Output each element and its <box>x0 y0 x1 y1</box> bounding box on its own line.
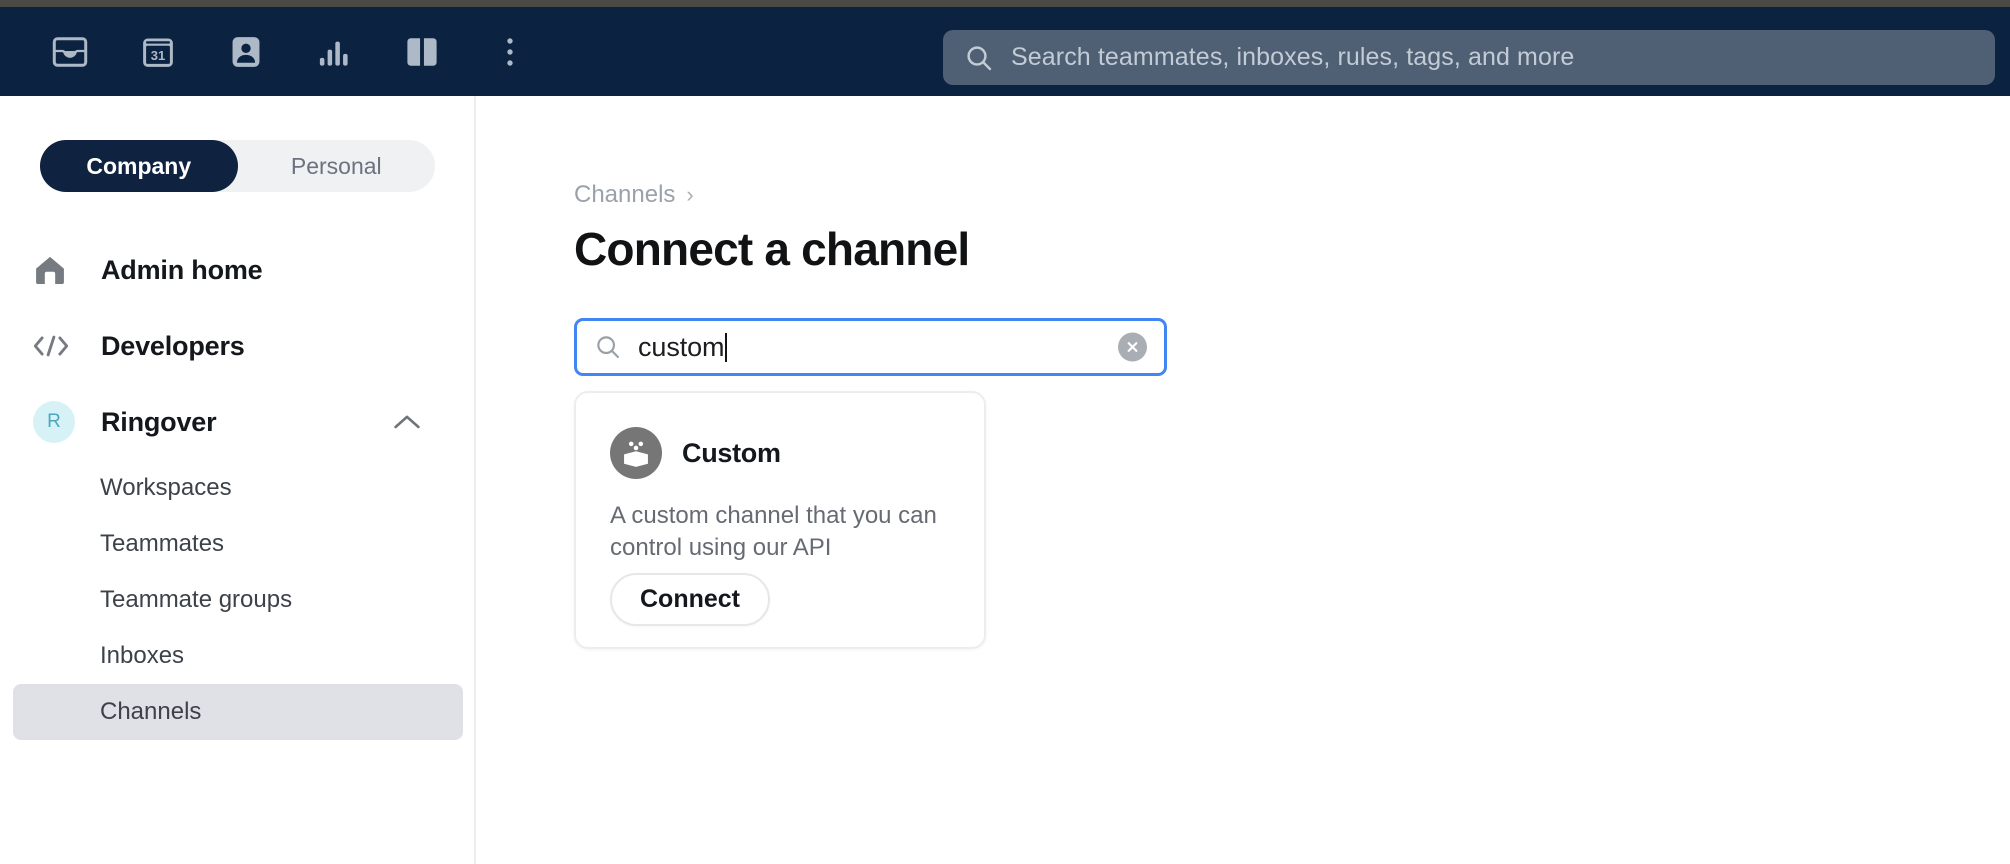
contacts-nav-button[interactable] <box>202 7 290 96</box>
breadcrumb[interactable]: Channels › <box>574 181 694 209</box>
analytics-nav-button[interactable] <box>290 7 378 96</box>
scope-tab-company-label: Company <box>86 152 192 179</box>
sidebar-item-developers[interactable]: Developers <box>0 308 476 384</box>
top-nav-icon-group: 31 <box>0 7 554 96</box>
search-icon <box>965 44 993 72</box>
breadcrumb-channels-link[interactable]: Channels <box>574 181 675 209</box>
sidebar-item-workspaces-label: Workspaces <box>100 474 232 501</box>
channel-card-custom[interactable]: Custom A custom channel that you can con… <box>574 391 986 649</box>
avatar-initial: R <box>47 411 61 432</box>
global-search-placeholder: Search teammates, inboxes, rules, tags, … <box>1011 43 1575 71</box>
sidebar-subnav-list: Workspaces Teammates Teammate groups Inb… <box>0 460 476 740</box>
channel-search-input[interactable]: custom <box>574 318 1167 376</box>
knowledge-base-icon <box>405 36 439 68</box>
app-root: 31 Search teammates, inboxes, rules, tag… <box>0 0 2010 864</box>
scope-tab-company[interactable]: Company <box>40 140 238 192</box>
sidebar-item-inboxes-label: Inboxes <box>100 642 185 669</box>
sidebar-item-channels[interactable]: Channels <box>13 684 463 740</box>
connect-button-label: Connect <box>640 585 740 613</box>
main-content: Channels › Connect a channel custom Cust… <box>478 96 2010 864</box>
sidebar-item-workspaces[interactable]: Workspaces <box>13 460 463 516</box>
channel-search-value: custom <box>638 331 725 362</box>
more-options-nav-button[interactable] <box>466 7 554 96</box>
sidebar-item-admin-home[interactable]: Admin home <box>0 232 476 308</box>
sidebar-item-teammate-groups-label: Teammate groups <box>100 586 293 613</box>
search-icon <box>595 334 621 360</box>
inbox-icon <box>52 36 88 67</box>
global-search-input[interactable]: Search teammates, inboxes, rules, tags, … <box>943 30 1995 85</box>
open-box-icon <box>610 427 662 479</box>
clear-search-button[interactable] <box>1118 332 1147 362</box>
connect-button[interactable]: Connect <box>610 573 770 626</box>
channel-card-header: Custom <box>576 393 984 479</box>
scope-tab-personal-label: Personal <box>290 152 382 179</box>
sidebar-nav-list: Admin home Developers R Ringover Workspa… <box>0 232 476 740</box>
avatar: R <box>33 401 75 443</box>
sidebar-item-developers-label: Developers <box>101 330 245 361</box>
sidebar-group-ringover[interactable]: R Ringover <box>0 384 476 460</box>
window-top-strip <box>0 0 2010 7</box>
scope-segmented-control: Company Personal <box>40 140 435 192</box>
knowledge-base-nav-button[interactable] <box>378 7 466 96</box>
text-caret <box>725 332 728 362</box>
sidebar-item-admin-home-label: Admin home <box>101 254 263 285</box>
svg-text:31: 31 <box>151 47 165 62</box>
home-icon <box>33 255 77 285</box>
workspace-avatar: R <box>33 401 77 443</box>
channel-card-title: Custom <box>682 437 781 468</box>
sidebar-item-teammate-groups[interactable]: Teammate groups <box>13 572 463 628</box>
inbox-nav-button[interactable] <box>26 7 114 96</box>
sidebar-item-inboxes[interactable]: Inboxes <box>13 628 463 684</box>
calendar-icon: 31 <box>141 35 175 69</box>
sidebar: Company Personal Admin home Developers R… <box>0 96 476 864</box>
channel-card-description: A custom channel that you can control us… <box>610 502 937 561</box>
page-title: Connect a channel <box>574 223 970 275</box>
analytics-icon <box>318 37 350 67</box>
calendar-nav-button[interactable]: 31 <box>114 7 202 96</box>
sidebar-group-ringover-label: Ringover <box>101 406 217 437</box>
breadcrumb-separator-icon: › <box>686 182 694 207</box>
more-options-icon <box>505 36 515 68</box>
scope-tab-personal[interactable]: Personal <box>238 140 436 192</box>
sidebar-item-channels-label: Channels <box>100 698 202 725</box>
top-navigation-bar: 31 Search teammates, inboxes, rules, tag… <box>0 7 2010 96</box>
sidebar-item-teammates[interactable]: Teammates <box>13 516 463 572</box>
sidebar-item-teammates-label: Teammates <box>100 530 225 557</box>
contacts-icon <box>230 35 262 69</box>
code-icon <box>33 335 77 357</box>
chevron-up-icon[interactable] <box>393 414 421 431</box>
